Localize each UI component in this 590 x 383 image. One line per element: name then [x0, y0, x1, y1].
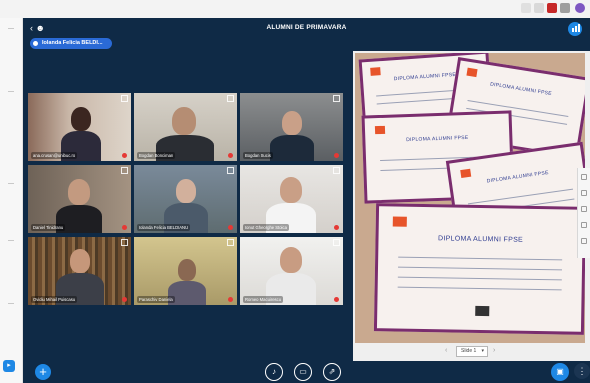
expand-icon[interactable]: [121, 167, 128, 174]
mic-muted-icon: [122, 225, 127, 230]
participant-name: Daniel Tinidranu: [31, 224, 66, 231]
presentation-slide: DIPLOMA ALUMNI FPSE DIPLOMA ALUMNI FPSE …: [355, 53, 585, 343]
previous-slide-icon[interactable]: ‹: [445, 347, 447, 354]
video-tile[interactable]: Ovidiu Mihail Puiscasu: [28, 237, 131, 305]
chevron-down-icon: ▾: [481, 348, 484, 354]
expand-icon[interactable]: [227, 239, 234, 246]
video-tile[interactable]: Daniel Tinidranu: [28, 165, 131, 233]
share-page-icon[interactable]: [521, 3, 531, 13]
meeting-app: ‹ ☻ ALUMNI DE PRIMAVARA Iolanda Felicia …: [23, 18, 590, 383]
participant-name: Paraschiv Daniela: [137, 296, 175, 303]
next-slide-icon[interactable]: ›: [493, 347, 495, 354]
faculty-logo: [460, 168, 472, 179]
expand-icon[interactable]: [121, 239, 128, 246]
expand-icon[interactable]: [333, 239, 340, 246]
meeting-title: ALUMNI DE PRIMAVARA: [266, 24, 347, 31]
rail-divider: [8, 303, 14, 304]
plus-icon[interactable]: +: [35, 364, 51, 380]
left-fab-icon[interactable]: ▸: [3, 360, 15, 372]
presenter-icon: [33, 41, 38, 46]
participant-name: Ovidiu Mihail Puiscasu: [31, 296, 78, 303]
video-tile-active-speaker[interactable]: Iolanda Felicia BELDIANU: [134, 165, 237, 233]
connection-status-icon[interactable]: [568, 22, 582, 36]
rail-divider: [8, 240, 14, 241]
video-grid: ana.crusan@unibuc.ro Bogdan Bonciman Bog…: [28, 93, 343, 305]
rail-divider: [8, 91, 14, 92]
mic-muted-icon: [122, 153, 127, 158]
diploma-card: DIPLOMA ALUMNI FPSE: [373, 203, 585, 335]
expand-icon[interactable]: [333, 167, 340, 174]
presentation-tools: [577, 168, 590, 258]
tool-icon[interactable]: [581, 174, 587, 180]
presentation-toggle-icon[interactable]: ▣: [551, 363, 569, 381]
diploma-title: DIPLOMA ALUMNI FPSE: [437, 235, 524, 244]
presentation-area: DIPLOMA ALUMNI FPSE DIPLOMA ALUMNI FPSE …: [353, 51, 590, 361]
video-tile[interactable]: Romeo Macuirescu: [240, 237, 343, 305]
slide-select[interactable]: Slide 1 ▾: [456, 346, 488, 357]
participant-name: Bogdan Bonciman: [137, 152, 176, 159]
faculty-logo: [370, 67, 381, 76]
presenter-name: Iolanda Felicia BELDI...: [42, 40, 103, 46]
extension-icon[interactable]: [560, 3, 570, 13]
video-tile[interactable]: Bogdan Sucis: [240, 93, 343, 161]
screen-share-icon[interactable]: ⇗: [323, 363, 341, 381]
mic-muted-icon: [228, 153, 233, 158]
extension-icon[interactable]: [547, 3, 557, 13]
diploma-title: DIPLOMA ALUMNI FPSE: [489, 81, 553, 98]
video-tile[interactable]: Ionut Gheorghe Stoica: [240, 165, 343, 233]
faculty-logo: [374, 125, 386, 135]
diploma-title: DIPLOMA ALUMNI FPSE: [486, 169, 550, 185]
mic-muted-icon: [228, 297, 233, 302]
mic-muted-icon: [122, 297, 127, 302]
diploma-title: DIPLOMA ALUMNI FPSE: [406, 134, 469, 144]
mic-muted-icon: [334, 225, 339, 230]
presenter-chip[interactable]: Iolanda Felicia BELDI...: [30, 38, 112, 49]
rail-divider: [8, 28, 14, 29]
mic-muted-icon: [334, 297, 339, 302]
browser-left-rail: [0, 18, 23, 383]
video-tile[interactable]: Bogdan Bonciman: [134, 93, 237, 161]
slide-select-value: Slide 1: [461, 348, 477, 354]
participant-name: Bogdan Sucis: [243, 152, 273, 159]
expand-icon[interactable]: [333, 95, 340, 102]
browser-toolbar: [0, 0, 590, 18]
tool-icon[interactable]: [581, 222, 587, 228]
graduation-cap-icon: [475, 305, 490, 317]
participant-name: Iolanda Felicia BELDIANU: [137, 224, 191, 231]
meeting-topbar: ‹ ☻ ALUMNI DE PRIMAVARA: [23, 18, 590, 40]
participant-name: Romeo Macuirescu: [243, 296, 284, 303]
expand-icon[interactable]: [121, 95, 128, 102]
tool-icon[interactable]: [581, 190, 587, 196]
meeting-controls: + ♪ ▭ ⇗ ▣ ⋮: [23, 361, 590, 383]
expand-icon[interactable]: [227, 95, 234, 102]
participant-name: ana.crusan@unibuc.ro: [31, 152, 78, 159]
mic-muted-icon: [334, 153, 339, 158]
profile-avatar-icon[interactable]: [575, 3, 585, 13]
rail-divider: [8, 183, 14, 184]
star-icon[interactable]: [534, 3, 544, 13]
tool-icon[interactable]: [581, 206, 587, 212]
faculty-logo: [392, 216, 407, 227]
expand-icon[interactable]: [227, 167, 234, 174]
video-tile[interactable]: Paraschiv Daniela: [134, 237, 237, 305]
faculty-logo: [466, 67, 478, 78]
video-tile[interactable]: ana.crusan@unibuc.ro: [28, 93, 131, 161]
audio-icon[interactable]: ♪: [265, 363, 283, 381]
mic-muted-icon: [228, 225, 233, 230]
tool-icon[interactable]: [581, 238, 587, 244]
options-icon[interactable]: ⋮: [574, 363, 590, 379]
slide-footer: ‹ Slide 1 ▾ ›: [353, 343, 590, 361]
participant-name: Ionut Gheorghe Stoica: [243, 224, 289, 231]
video-icon[interactable]: ▭: [294, 363, 312, 381]
